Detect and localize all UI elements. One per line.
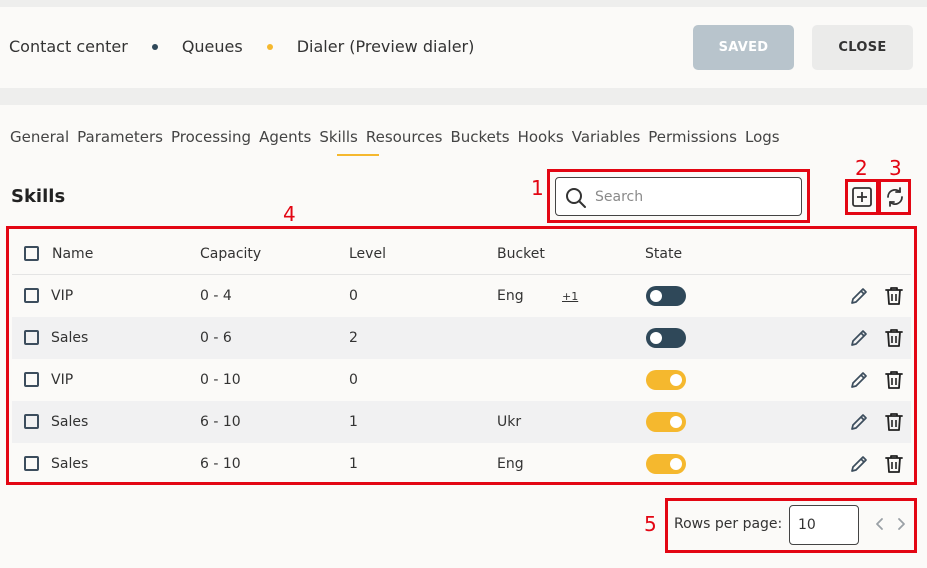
close-button[interactable]: CLOSE xyxy=(812,25,913,70)
tab-variables[interactable]: Variables xyxy=(572,128,641,146)
tab-general[interactable]: General xyxy=(10,128,69,146)
tab-bar: General Parameters Processing Agents Ski… xyxy=(10,128,788,146)
section-title: Skills xyxy=(11,186,66,207)
annotation-box-4 xyxy=(6,226,917,485)
annotation-box-1 xyxy=(547,169,810,223)
annotation-number-3: 3 xyxy=(889,156,902,180)
annotation-number-4: 4 xyxy=(283,202,296,226)
breadcrumb-dialer: Dialer (Preview dialer) xyxy=(296,37,475,56)
tab-resources[interactable]: Resources xyxy=(366,128,443,146)
breadcrumb: Contact center Queues Dialer (Preview di… xyxy=(9,37,474,56)
tab-agents[interactable]: Agents xyxy=(259,128,311,146)
breadcrumb-contact-center[interactable]: Contact center xyxy=(9,37,128,56)
saved-button[interactable]: SAVED xyxy=(693,25,794,70)
active-tab-indicator xyxy=(337,154,379,156)
annotation-number-5: 5 xyxy=(644,512,657,536)
tab-buckets[interactable]: Buckets xyxy=(450,128,509,146)
annotation-box-5 xyxy=(665,498,917,553)
annotation-number-1: 1 xyxy=(531,176,544,200)
annotation-box-3 xyxy=(878,179,911,215)
tab-parameters[interactable]: Parameters xyxy=(77,128,163,146)
tab-hooks[interactable]: Hooks xyxy=(518,128,564,146)
breadcrumb-separator xyxy=(151,43,158,50)
breadcrumb-queues[interactable]: Queues xyxy=(182,37,243,56)
tab-permissions[interactable]: Permissions xyxy=(648,128,737,146)
top-strip xyxy=(0,0,927,7)
divider-band xyxy=(0,88,927,105)
tab-processing[interactable]: Processing xyxy=(171,128,251,146)
tab-logs[interactable]: Logs xyxy=(745,128,780,146)
tab-skills[interactable]: Skills xyxy=(319,128,358,146)
breadcrumb-separator xyxy=(266,43,273,50)
annotation-number-2: 2 xyxy=(855,156,868,180)
annotation-box-2 xyxy=(845,179,879,215)
